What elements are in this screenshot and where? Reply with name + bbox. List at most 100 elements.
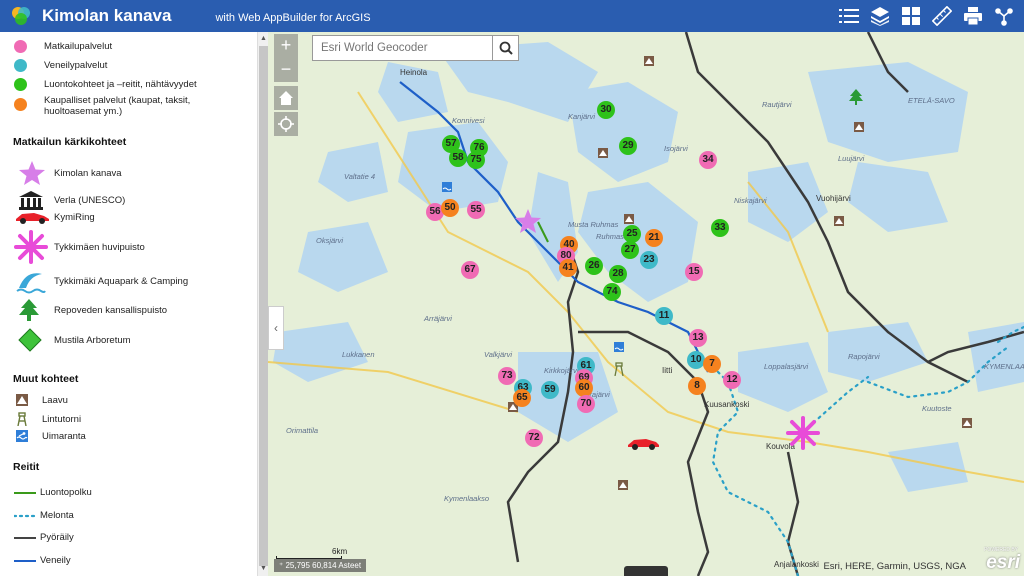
basemap-gallery-icon[interactable]	[899, 4, 923, 28]
header-toolbar	[837, 4, 1016, 28]
app-subtitle: with Web AppBuilder for ArcGIS	[215, 11, 371, 24]
canoe-route-line-icon	[14, 514, 36, 517]
repovesi-tree-icon[interactable]	[848, 88, 864, 106]
poi-marker[interactable]: 29	[619, 137, 637, 155]
poi-marker[interactable]: 55	[467, 201, 485, 219]
poi-marker[interactable]: 27	[621, 241, 639, 259]
amusement-park-icon	[14, 230, 48, 264]
home-button[interactable]	[274, 86, 298, 110]
app-title: Kimolan kanava	[42, 6, 172, 25]
list-icon[interactable]	[837, 4, 861, 28]
swimming-icon	[442, 182, 452, 192]
search-button[interactable]	[492, 36, 518, 60]
place-label: Musta Ruhmas	[568, 220, 619, 229]
poi-marker[interactable]: 34	[699, 151, 717, 169]
boating-route-line-icon	[14, 559, 36, 562]
scroll-up-arrow-icon[interactable]: ▲	[259, 34, 268, 44]
place-label: Oksjärvi	[316, 236, 344, 245]
poi-marker[interactable]: 59	[541, 381, 559, 399]
collapse-panel-button[interactable]: ‹	[268, 306, 284, 350]
tykkimaki-amusement-icon[interactable]	[786, 416, 820, 450]
poi-marker[interactable]: 12	[723, 371, 741, 389]
poi-marker[interactable]: 75	[467, 151, 485, 169]
poi-marker[interactable]: 23	[640, 251, 658, 269]
poi-marker[interactable]: 28	[609, 265, 627, 283]
layers-icon[interactable]	[868, 4, 892, 28]
water-slide-icon	[16, 273, 46, 294]
diamond-icon	[18, 328, 42, 352]
poi-marker[interactable]: 30	[597, 101, 615, 119]
poi-marker[interactable]: 10	[687, 351, 705, 369]
swimming-icon	[614, 342, 624, 352]
shelter-icon	[644, 56, 654, 66]
poi-marker[interactable]: 58	[449, 149, 467, 167]
poi-marker[interactable]: 73	[498, 367, 516, 385]
race-car-icon	[16, 213, 49, 224]
poi-marker[interactable]: 74	[603, 283, 621, 301]
legend-item-lintutorni: Lintutorni	[16, 412, 81, 426]
poi-marker[interactable]: 65	[513, 389, 531, 407]
place-label: Rapojärvi	[848, 352, 880, 361]
esri-logo: esri	[986, 552, 1020, 573]
green-dot-icon	[14, 78, 27, 91]
poi-marker[interactable]: 8	[688, 377, 706, 395]
poi-marker[interactable]: 7	[703, 355, 721, 373]
poi-marker[interactable]: 33	[711, 219, 729, 237]
map-view[interactable]: Heinola Konnivesi Kanjärvi Rautjärvi ETE…	[268, 32, 1024, 576]
legend-item-luontokohteet: Luontokohteet ja –reitit, nähtävyydet	[14, 78, 197, 91]
scale-label: 6km	[332, 547, 348, 556]
poi-marker[interactable]: 11	[655, 307, 673, 325]
legend-item-verla: Verla (UNESCO)	[18, 190, 125, 210]
share-icon[interactable]	[992, 4, 1016, 28]
legend-item-kymiring: KymiRing	[14, 210, 95, 224]
place-label: Heinola	[400, 68, 428, 77]
poi-marker[interactable]: 13	[689, 329, 707, 347]
coordinate-readout: ⁺ 25,795 60,814 Asteet	[274, 559, 367, 572]
measure-icon[interactable]	[930, 4, 954, 28]
place-label: Kuusankoski	[704, 400, 750, 409]
shelter-icon	[598, 148, 608, 158]
legend-item-laavu: Laavu	[16, 394, 68, 406]
poi-marker[interactable]: 15	[685, 263, 703, 281]
place-label: Kirkkojärvi	[544, 366, 579, 375]
print-icon[interactable]	[961, 4, 985, 28]
zoom-out-button[interactable]: −	[274, 58, 298, 82]
place-label: Lukkanen	[342, 350, 375, 359]
bird-tower-icon	[17, 412, 27, 426]
poi-marker[interactable]: 26	[585, 257, 603, 275]
home-icon	[279, 91, 293, 105]
place-label: Luujärvi	[838, 154, 865, 163]
search-icon	[499, 41, 513, 55]
geocoder-search	[312, 35, 519, 61]
search-input[interactable]	[313, 36, 492, 60]
attribute-table-toggle[interactable]	[624, 566, 668, 576]
place-label: Vuohijärvi	[816, 194, 851, 203]
swimming-icon	[16, 430, 28, 442]
legend-item-kaupalliset: Kaupalliset palvelut (kaupat, taksit, hu…	[14, 95, 254, 117]
legend-item-pyoraily: Pyöräily	[14, 532, 74, 543]
legend-item-repovesi: Repoveden kansallispuisto	[18, 298, 167, 322]
legend-item-melonta: Melonta	[14, 510, 74, 521]
poi-marker[interactable]: 41	[559, 259, 577, 277]
poi-marker[interactable]: 50	[441, 199, 459, 217]
poi-marker[interactable]: 70	[577, 395, 595, 413]
cycling-route-line-icon	[14, 536, 36, 539]
poi-marker[interactable]: 72	[525, 429, 543, 447]
zoom-in-button[interactable]: +	[274, 34, 298, 58]
app-logo-icon	[10, 5, 32, 27]
kymiring-car-icon[interactable]	[626, 436, 660, 450]
poi-marker[interactable]: 21	[645, 229, 663, 247]
legend-scrollbar[interactable]: ▲ ▼	[257, 32, 268, 576]
museum-icon	[19, 191, 43, 210]
kimola-star-icon[interactable]	[514, 208, 542, 234]
locate-button[interactable]	[274, 112, 298, 136]
scroll-thumb[interactable]	[259, 46, 268, 566]
shelter-icon	[962, 418, 972, 428]
pine-tree-icon	[19, 299, 39, 321]
app-header: Kimolan kanava with Web AppBuilder for A…	[0, 0, 1024, 32]
poi-marker[interactable]: 67	[461, 261, 479, 279]
legend-section-karkikohteet: Matkailun kärkikohteet	[13, 136, 127, 148]
scroll-down-arrow-icon[interactable]: ▼	[259, 564, 268, 574]
bird-tower-icon	[614, 362, 624, 376]
shelter-icon	[624, 214, 634, 224]
